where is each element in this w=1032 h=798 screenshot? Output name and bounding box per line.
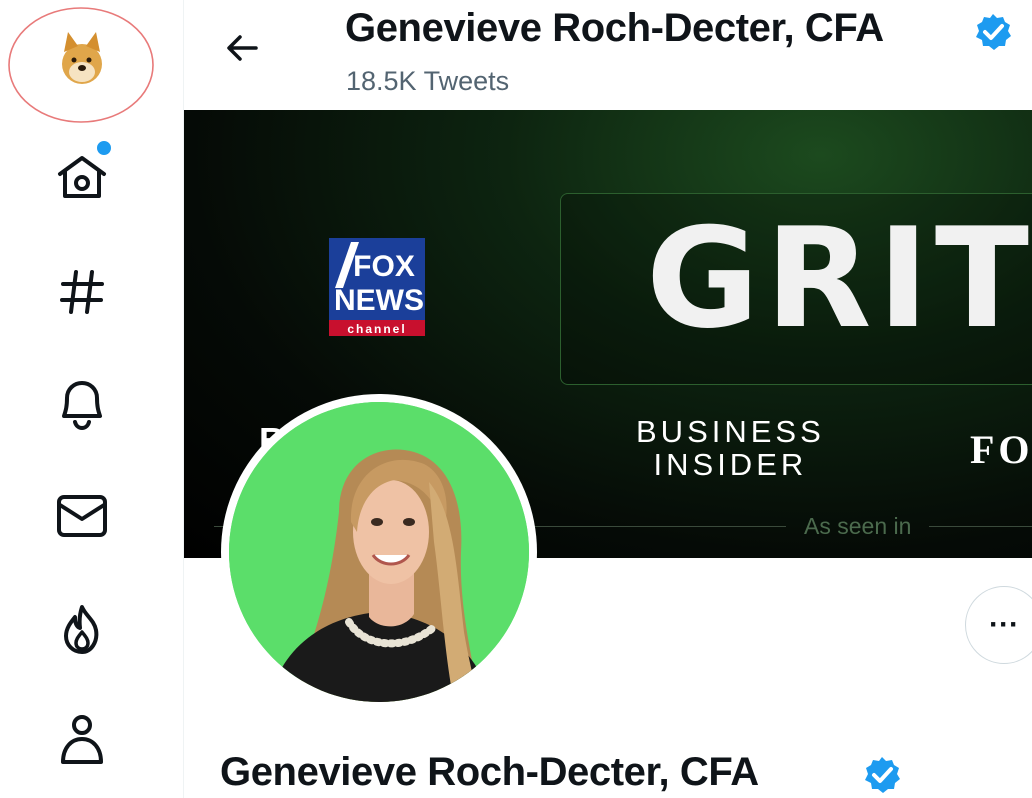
arrow-left-icon: [227, 35, 258, 61]
header-title: Genevieve Roch-Decter, CFA: [345, 6, 884, 50]
tweets-count: 18.5K Tweets: [346, 66, 510, 96]
envelope-icon: [57, 495, 107, 537]
forbes-logo: FOR: [970, 427, 1032, 472]
more-options-button[interactable]: ···: [965, 586, 1032, 664]
channel-text: channel: [347, 322, 406, 336]
explore-button[interactable]: [52, 262, 112, 322]
news-text: NEWS: [334, 284, 424, 317]
verified-badge-icon: [865, 757, 900, 793]
home-icon: [58, 156, 106, 198]
grit-headline: GRIT: [646, 198, 1032, 359]
doge-icon: [62, 32, 102, 84]
home-button[interactable]: [52, 148, 112, 208]
notifications-button[interactable]: [52, 374, 112, 434]
person-icon: [61, 715, 103, 764]
profile-avatar[interactable]: [221, 394, 537, 710]
fox-text: FOX: [353, 250, 415, 283]
fox-news-logo: FOX NEWS channel: [329, 238, 425, 336]
business-text: BUSINESS: [636, 414, 825, 449]
flame-icon: [64, 605, 99, 654]
verified-badge-icon: [976, 14, 1011, 50]
avatar-photo: [229, 402, 529, 702]
notification-dot: [95, 139, 113, 157]
avatar-portrait: [229, 402, 529, 702]
profile-button[interactable]: [52, 710, 112, 770]
divider-right: [929, 526, 1032, 527]
doge-logo-button[interactable]: [52, 28, 112, 88]
messages-button[interactable]: [52, 486, 112, 546]
bell-icon: [62, 381, 102, 431]
insider-text: INSIDER: [653, 447, 808, 482]
hashtag-icon: [60, 270, 104, 314]
trending-button[interactable]: [52, 600, 112, 660]
as-seen-in-caption: As seen in: [804, 513, 912, 539]
business-insider-logo: BUSINESS INSIDER: [636, 415, 825, 481]
nav-rail: [0, 0, 184, 798]
profile-name: Genevieve Roch-Decter, CFA: [220, 750, 759, 794]
back-button[interactable]: [218, 24, 266, 72]
